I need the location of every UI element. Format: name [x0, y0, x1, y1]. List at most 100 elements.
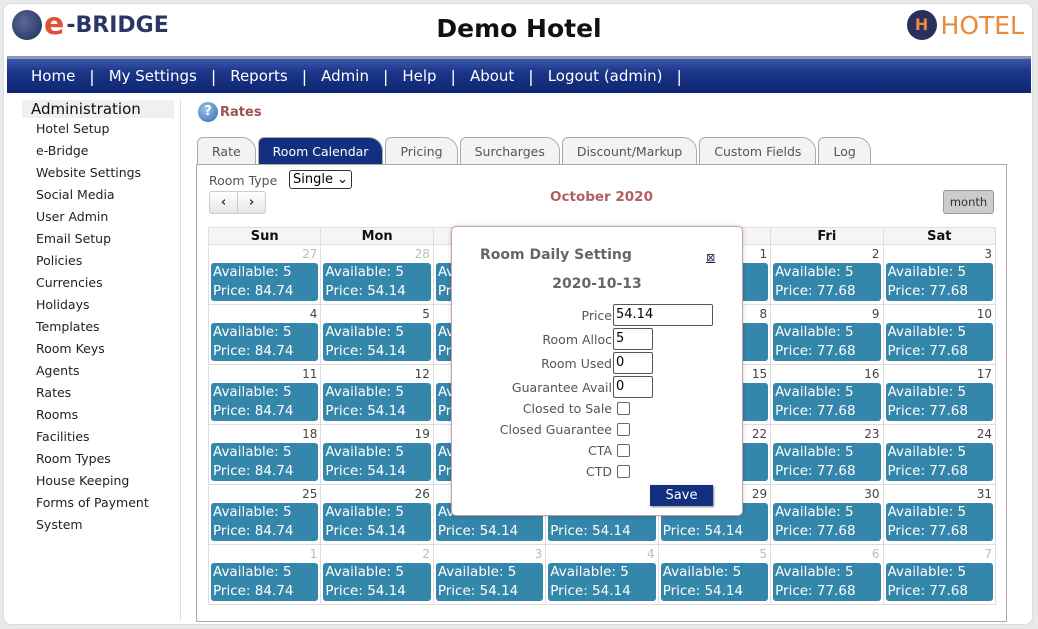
availability-event[interactable]: Available: 5Price: 54.14	[660, 563, 769, 601]
sidebar-item-email-setup[interactable]: Email Setup	[22, 228, 180, 250]
sidebar-item-room-types[interactable]: Room Types	[22, 448, 180, 470]
availability-event[interactable]: Available: 5 Price: 77.68	[885, 383, 993, 421]
availability-event[interactable]: Available: 5Price: 54.14	[323, 323, 431, 361]
calendar-day-cell[interactable]: 5 Available: 5 Price: 54.14	[320, 304, 434, 365]
calendar-day-cell[interactable]: 18 Available: 5 Price: 84.74	[207, 424, 322, 485]
sidebar-item-user-admin[interactable]: User Admin	[22, 206, 180, 228]
sidebar-item-hotel-setup[interactable]: Hotel Setup	[22, 118, 180, 140]
calendar-day-cell[interactable]: 16 Available: 5 Price: 77.68	[770, 364, 884, 425]
nav-about[interactable]: About	[456, 67, 528, 85]
calendar-day-cell[interactable]: 6 Available: 5 Price: 77.68	[770, 544, 884, 605]
availability-event[interactable]: Available: 5 Price: 84.74	[211, 563, 319, 601]
sidebar-item-facilities[interactable]: Facilities	[22, 426, 180, 448]
calendar-day-cell[interactable]: 3 Available: 5 Price: 54.14	[432, 544, 547, 605]
calendar-day-cell[interactable]: 2 Available: 5 Price: 77.68	[770, 244, 884, 305]
tab-discount-markup[interactable]: Discount/Markup	[561, 137, 698, 165]
tab-pricing[interactable]: Pricing	[385, 137, 458, 165]
sidebar-item-social-media[interactable]: Social Media	[22, 184, 180, 206]
availability-event[interactable]: Available: 5 Price: 77.68	[773, 503, 881, 541]
availability-event[interactable]: Available: 5Price: 54.14	[548, 563, 656, 601]
sidebar-item-templates[interactable]: Templates	[22, 316, 180, 338]
calendar-day-cell[interactable]: 30 Available: 5 Price: 77.68	[770, 484, 884, 545]
calendar-day-cell[interactable]: 19 Available: 5 Price: 54.14	[320, 424, 434, 485]
calendar-day-cell[interactable]: 9 Available: 5 Price: 77.68	[770, 304, 884, 365]
month-view-button[interactable]: month	[943, 190, 994, 214]
calendar-day-cell[interactable]: 4 Available: 5 Price: 54.14	[545, 544, 659, 605]
tab-log[interactable]: Log	[818, 137, 871, 165]
room-type-select[interactable]: Single ⌄	[289, 170, 353, 189]
calendar-day-cell[interactable]: 4 Available: 5 Price: 84.74	[207, 304, 322, 365]
cta-checkbox[interactable]	[617, 444, 630, 457]
sidebar-item-currencies[interactable]: Currencies	[22, 272, 180, 294]
availability-event[interactable]: Available: 5 Price: 77.68	[885, 323, 993, 361]
guarantee-avail-input[interactable]: 0	[613, 376, 653, 398]
calendar-day-cell[interactable]: 10 Available: 5 Price: 77.68	[882, 304, 997, 365]
nav-reports[interactable]: Reports	[216, 67, 302, 85]
sidebar-item-e-bridge[interactable]: e-Bridge	[22, 140, 180, 162]
availability-event[interactable]: Available: 5 Price: 77.68	[773, 443, 881, 481]
availability-event[interactable]: Available: 5Price: 54.14	[323, 263, 431, 301]
tab-rate[interactable]: Rate	[197, 137, 256, 165]
calendar-day-cell[interactable]: 11 Available: 5 Price: 84.74	[207, 364, 322, 425]
availability-event[interactable]: Available: 5 Price: 77.68	[885, 263, 993, 301]
help-icon[interactable]: ?	[198, 102, 218, 122]
sidebar-item-house-keeping[interactable]: House Keeping	[22, 470, 180, 492]
sidebar-item-rooms[interactable]: Rooms	[22, 404, 180, 426]
availability-event[interactable]: Available: 5 Price: 77.68	[773, 263, 881, 301]
availability-event[interactable]: Available: 5 Price: 77.68	[885, 443, 993, 481]
availability-event[interactable]: Available: 5Price: 54.14	[323, 563, 431, 601]
availability-event[interactable]: Available: 5 Price: 77.68	[773, 383, 881, 421]
availability-event[interactable]: Available: 5Price: 54.14	[435, 563, 544, 601]
sidebar-item-system[interactable]: System	[22, 514, 180, 536]
calendar-day-cell[interactable]: 3 Available: 5 Price: 77.68	[882, 244, 997, 305]
sidebar-item-website-settings[interactable]: Website Settings	[22, 162, 180, 184]
closed-to-sale-checkbox[interactable]	[617, 402, 630, 415]
availability-event[interactable]: Available: 5 Price: 84.74	[211, 503, 319, 541]
save-button[interactable]: Save	[650, 485, 713, 506]
availability-event[interactable]: Available: 5Price: 54.14	[323, 383, 431, 421]
room-used-input[interactable]: 0	[613, 352, 653, 374]
calendar-day-cell[interactable]: 28 Available: 5Price: 54.14	[320, 244, 434, 305]
availability-event[interactable]: Available: 5 Price: 84.74	[211, 323, 319, 361]
nav-my-settings[interactable]: My Settings	[95, 67, 211, 85]
sidebar-item-policies[interactable]: Policies	[22, 250, 180, 272]
availability-event[interactable]: Available: 5 Price: 77.68	[885, 503, 993, 541]
calendar-day-cell[interactable]: 27 Available: 5 Price: 84.74	[207, 244, 322, 305]
availability-event[interactable]: Available: 5 Price: 84.74	[211, 443, 319, 481]
calendar-day-cell[interactable]: 31 Available: 5 Price: 77.68	[882, 484, 997, 545]
availability-event[interactable]: Available: 5Price: 54.14	[323, 503, 431, 541]
close-icon[interactable]: ⊠	[706, 251, 715, 264]
availability-event[interactable]: Available: 5 Price: 84.74	[211, 263, 319, 301]
calendar-day-cell[interactable]: 23 Available: 5 Price: 77.68	[770, 424, 884, 485]
price-input[interactable]: 54.14	[613, 304, 713, 326]
nav-logout-admin-[interactable]: Logout (admin)	[534, 67, 677, 85]
tab-surcharges[interactable]: Surcharges	[459, 137, 560, 165]
availability-event[interactable]: Available: 5 Price: 77.68	[885, 563, 993, 601]
tab-room-calendar[interactable]: Room Calendar	[257, 137, 384, 165]
sidebar-item-rates[interactable]: Rates	[22, 382, 180, 404]
nav-home[interactable]: Home	[17, 67, 89, 85]
nav-admin[interactable]: Admin	[307, 67, 383, 85]
sidebar-item-forms-of-payment[interactable]: Forms of Payment	[22, 492, 180, 514]
calendar-day-cell[interactable]: 1 Available: 5 Price: 84.74	[207, 544, 322, 605]
ctd-checkbox[interactable]	[617, 465, 630, 478]
nav-help[interactable]: Help	[388, 67, 450, 85]
calendar-day-cell[interactable]: 25 Available: 5 Price: 84.74	[207, 484, 322, 545]
closed-guarantee-checkbox[interactable]	[617, 423, 630, 436]
sidebar-item-room-keys[interactable]: Room Keys	[22, 338, 180, 360]
sidebar-item-agents[interactable]: Agents	[22, 360, 180, 382]
sidebar-item-holidays[interactable]: Holidays	[22, 294, 180, 316]
room-alloc-input[interactable]: 5	[613, 328, 653, 350]
calendar-day-cell[interactable]: 5 Available: 5 Price: 54.14	[657, 544, 772, 605]
calendar-day-cell[interactable]: 12 Available: 5 Price: 54.14	[320, 364, 434, 425]
availability-event[interactable]: Available: 5Price: 54.14	[323, 443, 431, 481]
availability-event[interactable]: Available: 5 Price: 77.68	[773, 323, 881, 361]
availability-event[interactable]: Available: 5 Price: 84.74	[211, 383, 319, 421]
availability-event[interactable]: Available: 5 Price: 77.68	[773, 563, 881, 601]
calendar-day-cell[interactable]: 17 Available: 5 Price: 77.68	[882, 364, 997, 425]
calendar-day-cell[interactable]: 7 Available: 5 Price: 77.68	[882, 544, 997, 605]
tab-custom-fields[interactable]: Custom Fields	[699, 137, 817, 165]
calendar-day-cell[interactable]: 26 Available: 5 Price: 54.14	[320, 484, 434, 545]
calendar-day-cell[interactable]: 2 Available: 5 Price: 54.14	[320, 544, 434, 605]
calendar-day-cell[interactable]: 24 Available: 5 Price: 77.68	[882, 424, 997, 485]
